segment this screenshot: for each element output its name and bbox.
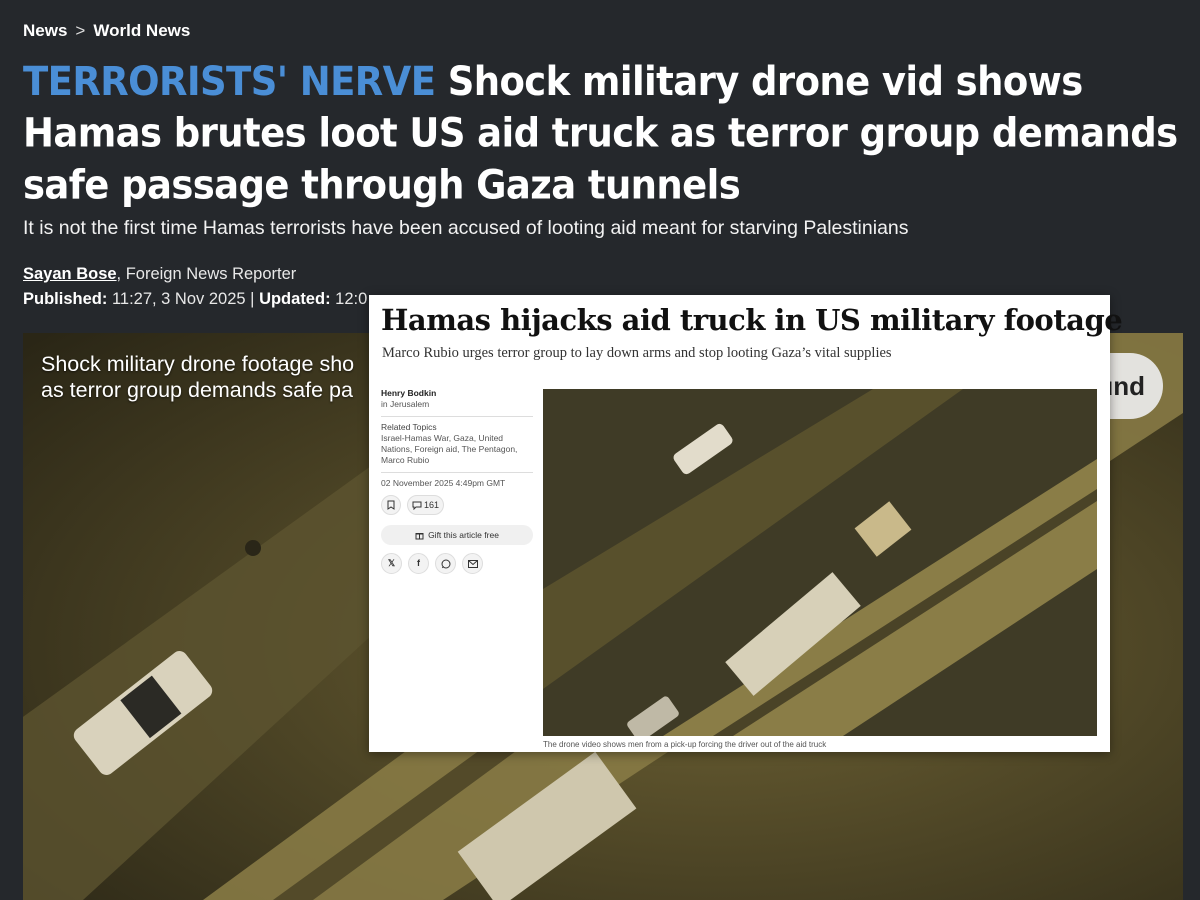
inset-location: in Jerusalem bbox=[381, 399, 430, 409]
comments-button[interactable]: 161 bbox=[407, 495, 445, 515]
dates-separator: | bbox=[250, 290, 255, 308]
inset-headline: Hamas hijacks aid truck in US military f… bbox=[381, 303, 1123, 337]
article-standfirst: It is not the first time Hamas terrorist… bbox=[23, 217, 909, 239]
related-topics-list[interactable]: Israel-Hamas War, Gaza, United Nations, … bbox=[381, 433, 533, 466]
email-icon[interactable] bbox=[462, 553, 483, 574]
article-dates: Published: 11:27, 3 Nov 2025 | Updated: … bbox=[23, 290, 367, 309]
published-date: 11:27, 3 Nov 2025 bbox=[111, 290, 246, 308]
gift-article-button[interactable]: Gift this article free bbox=[381, 525, 533, 545]
related-topics-label: Related Topics bbox=[381, 422, 437, 432]
breadcrumb-news-link[interactable]: News bbox=[23, 21, 67, 41]
gift-label: Gift this article free bbox=[428, 529, 499, 540]
article-headline: TERRORISTS' NERVE Shock military drone v… bbox=[23, 56, 1183, 212]
published-label: Published: bbox=[23, 290, 108, 308]
drone-footage-photo bbox=[543, 389, 1097, 736]
byline: Sayan Bose, Foreign News Reporter bbox=[23, 265, 296, 284]
inset-date: 02 November 2025 4:49pm GMT bbox=[381, 478, 506, 488]
inset-author[interactable]: Henry Bodkin bbox=[381, 388, 533, 399]
whatsapp-icon[interactable] bbox=[435, 553, 456, 574]
headline-kicker: TERRORISTS' NERVE bbox=[23, 58, 436, 105]
breadcrumb-separator: > bbox=[75, 21, 86, 40]
share-buttons: 𝕏 f bbox=[381, 553, 533, 574]
updated-label: Updated: bbox=[259, 290, 331, 308]
updated-date: 12:0 bbox=[335, 290, 368, 308]
inset-sidebar: Henry Bodkin in Jerusalem Related Topics… bbox=[381, 388, 533, 574]
comment-icon bbox=[412, 501, 422, 510]
breadcrumb-world-news-link[interactable]: World News bbox=[93, 21, 190, 41]
inset-subtitle: Marco Rubio urges terror group to lay do… bbox=[382, 345, 892, 361]
inset-article-screenshot: Hamas hijacks aid truck in US military f… bbox=[369, 295, 1123, 752]
facebook-icon[interactable]: f bbox=[408, 553, 429, 574]
breadcrumb: News > World News bbox=[23, 21, 190, 41]
x-icon[interactable]: 𝕏 bbox=[381, 553, 402, 574]
comment-count: 161 bbox=[424, 499, 440, 510]
inset-actions: 161 bbox=[381, 495, 533, 515]
gift-icon bbox=[415, 532, 424, 539]
photo-caption: The drone video shows men from a pick-up… bbox=[543, 740, 827, 749]
divider bbox=[381, 472, 533, 473]
author-role: , Foreign News Reporter bbox=[116, 265, 297, 283]
bookmark-icon[interactable] bbox=[381, 495, 401, 515]
author-link[interactable]: Sayan Bose bbox=[23, 265, 117, 283]
divider bbox=[381, 416, 533, 417]
